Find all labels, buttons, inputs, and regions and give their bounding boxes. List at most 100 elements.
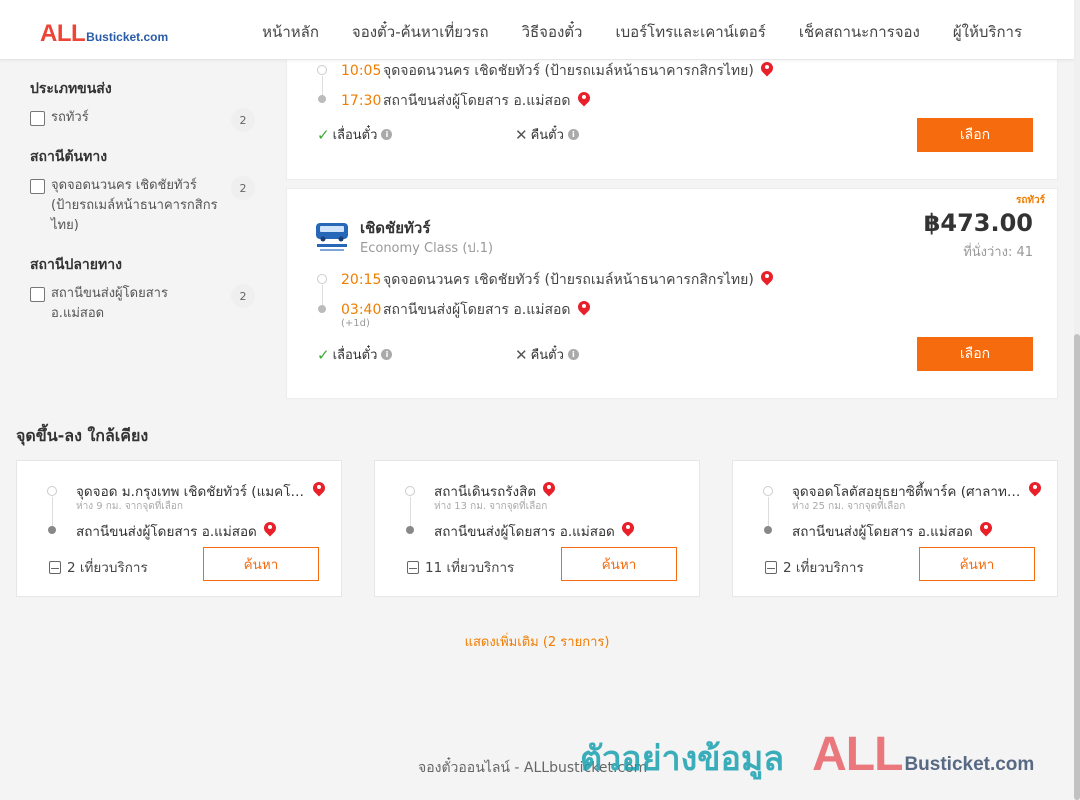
map-pin-icon[interactable]	[577, 301, 591, 319]
depart-time: 20:15	[341, 272, 382, 288]
nearby-search-button[interactable]: ค้นหา	[919, 547, 1035, 581]
trip-card: 10:05 จุดจอดนวนคร เชิดชัยทัวร์ (ป้ายรถเม…	[286, 40, 1058, 180]
depart-stop: 20:15 จุดจอดนวนคร เชิดชัยทัวร์ (ป้ายรถเม…	[341, 269, 774, 291]
route-line	[322, 285, 323, 305]
depart-place: จุดจอดนวนคร เชิดชัยทัวร์ (ป้ายรถเมล์หน้า…	[383, 63, 754, 79]
cross-icon: ✕	[515, 125, 528, 144]
route-line	[322, 76, 323, 96]
show-more-link[interactable]: แสดงเพิ่มเติม (2 รายการ)	[0, 631, 1074, 652]
nearby-to-place: สถานีขนส่งผู้โดยสาร อ.แม่สอด	[434, 524, 615, 540]
select-button[interactable]: เลือก	[917, 118, 1033, 152]
filter-count-badge: 2	[231, 108, 255, 132]
nearby-distance: ห่าง 13 กม. จากจุดที่เลือก	[434, 501, 548, 512]
bus-icon	[407, 560, 419, 574]
watermark-busticket-text: Busticket.com	[904, 754, 1035, 775]
nearby-trip-count-text: 2 เที่ยวบริการ	[783, 560, 864, 576]
reschedule-label: เลื่อนตั๋ว	[332, 348, 378, 363]
arrive-dot-icon	[406, 526, 414, 534]
nearby-search-button[interactable]: ค้นหา	[203, 547, 319, 581]
nav-how-to-book[interactable]: วิธีจองตั๋ว	[522, 20, 583, 44]
filter-option[interactable]: สถานีขนส่งผู้โดยสาร อ.แม่สอด 2	[30, 284, 255, 324]
top-header: ALL Busticket.com หน้าหลัก จองตั๋ว-ค้นหา…	[0, 0, 1074, 60]
filter-count-badge: 2	[231, 284, 255, 308]
nearby-card: จุดจอดโลตัสอยุธยาซิตี้พาร์ค (ศาลาทางรถเม…	[732, 460, 1058, 597]
nearby-trip-count-text: 2 เที่ยวบริการ	[67, 560, 148, 576]
arrive-dot-icon	[48, 526, 56, 534]
map-pin-icon[interactable]	[542, 482, 556, 500]
logo-busticket-text: Busticket.com	[86, 30, 169, 44]
filter-sidebar: ประเภทขนส่ง รถทัวร์ 2 สถานีต้นทาง จุดจอด…	[30, 78, 255, 342]
route-line	[768, 497, 769, 527]
filter-option[interactable]: จุดจอดนวนคร เชิดชัยทัวร์ (ป้ายรถเมล์หน้า…	[30, 176, 255, 236]
refund-label: คืนตั๋ว	[530, 348, 564, 363]
filter-group-transport-type: ประเภทขนส่ง รถทัวร์ 2	[30, 78, 255, 132]
nearby-to: สถานีขนส่งผู้โดยสาร อ.แม่สอด	[792, 520, 993, 542]
nearby-to: สถานีขนส่งผู้โดยสาร อ.แม่สอด	[76, 520, 277, 542]
filter-checkbox[interactable]	[30, 111, 45, 126]
main-nav: หน้าหลัก จองตั๋ว-ค้นหาเที่ยวรถ วิธีจองตั…	[262, 20, 1022, 44]
reschedule-label: เลื่อนตั๋ว	[332, 128, 378, 143]
map-pin-icon[interactable]	[760, 62, 774, 80]
filter-title: สถานีต้นทาง	[30, 149, 108, 165]
nearby-trip-count: 11 เที่ยวบริการ	[407, 556, 514, 578]
depart-place: จุดจอดนวนคร เชิดชัยทัวร์ (ป้ายรถเมล์หน้า…	[383, 272, 754, 288]
arrive-time: 17:30	[341, 93, 382, 109]
info-icon[interactable]: i	[381, 129, 393, 140]
depart-stop: 10:05 จุดจอดนวนคร เชิดชัยทัวร์ (ป้ายรถเม…	[341, 60, 774, 82]
filter-label[interactable]: สถานีขนส่งผู้โดยสาร อ.แม่สอด	[51, 284, 221, 324]
refund-feature: ✕ คืนตั๋ว i	[515, 344, 579, 365]
scrollbar-thumb[interactable]	[1074, 334, 1080, 800]
map-pin-icon[interactable]	[979, 522, 993, 540]
refund-feature: ✕ คืนตั๋ว i	[515, 124, 579, 145]
info-icon[interactable]: i	[381, 349, 393, 360]
info-icon[interactable]: i	[567, 349, 579, 360]
info-icon[interactable]: i	[567, 129, 579, 140]
nav-phone-counters[interactable]: เบอร์โทรและเคาน์เตอร์	[615, 20, 765, 44]
filter-label[interactable]: รถทัวร์	[51, 108, 89, 128]
arrive-place: สถานีขนส่งผู้โดยสาร อ.แม่สอด	[383, 302, 571, 318]
bus-icon	[765, 560, 777, 574]
filter-checkbox[interactable]	[30, 287, 45, 302]
nav-check-booking[interactable]: เช็คสถานะการจอง	[799, 20, 920, 44]
map-pin-icon[interactable]	[760, 271, 774, 289]
nav-book-search[interactable]: จองตั๋ว-ค้นหาเที่ยวรถ	[352, 20, 489, 44]
map-pin-icon[interactable]	[621, 522, 635, 540]
nearby-distance: ห่าง 9 กม. จากจุดที่เลือก	[76, 501, 183, 512]
bus-type-tag: รถทัวร์	[1015, 195, 1045, 206]
map-pin-icon[interactable]	[312, 482, 326, 500]
next-day-indicator: (+1d)	[341, 318, 370, 329]
map-pin-icon[interactable]	[1028, 482, 1042, 500]
depart-time: 10:05	[341, 63, 382, 79]
arrive-place: สถานีขนส่งผู้โดยสาร อ.แม่สอด	[383, 93, 571, 109]
operator-logo-icon	[316, 223, 348, 251]
site-logo[interactable]: ALL Busticket.com	[40, 20, 168, 48]
depart-dot-icon	[405, 486, 415, 496]
seats-available: ที่นั่งว่าง: 41	[963, 245, 1033, 260]
nearby-section-title: จุดขึ้น-ลง ใกล้เคียง	[16, 426, 149, 445]
nearby-card: จุดจอด ม.กรุงเทพ เชิดชัยทัวร์ (แมคโคร รั…	[16, 460, 342, 597]
filter-label[interactable]: จุดจอดนวนคร เชิดชัยทัวร์ (ป้ายรถเมล์หน้า…	[51, 176, 221, 236]
route-line	[52, 497, 53, 527]
filter-group-origin: สถานีต้นทาง จุดจอดนวนคร เชิดชัยทัวร์ (ป้…	[30, 146, 255, 236]
nearby-trip-count-text: 11 เที่ยวบริการ	[425, 560, 515, 576]
filter-option[interactable]: รถทัวร์ 2	[30, 108, 255, 132]
nearby-distance: ห่าง 25 กม. จากจุดที่เลือก	[792, 501, 906, 512]
map-pin-icon[interactable]	[263, 522, 277, 540]
depart-dot-icon	[47, 486, 57, 496]
cross-icon: ✕	[515, 345, 528, 364]
bus-icon	[49, 560, 61, 574]
nearby-search-button[interactable]: ค้นหา	[561, 547, 677, 581]
sample-data-watermark: ตัวอย่างข้อมูล ALL Busticket.com	[580, 727, 1034, 785]
filter-count-badge: 2	[231, 176, 255, 200]
nearby-to: สถานีขนส่งผู้โดยสาร อ.แม่สอด	[434, 520, 635, 542]
map-pin-icon[interactable]	[577, 92, 591, 110]
refund-label: คืนตั๋ว	[530, 128, 564, 143]
nearby-to-place: สถานีขนส่งผู้โดยสาร อ.แม่สอด	[792, 524, 973, 540]
nav-home[interactable]: หน้าหลัก	[262, 20, 319, 44]
trip-card: รถทัวร์ เชิดชัยทัวร์ Economy Class (ป.1)…	[286, 188, 1058, 399]
filter-group-destination: สถานีปลายทาง สถานีขนส่งผู้โดยสาร อ.แม่สอ…	[30, 254, 255, 324]
depart-dot-icon	[763, 486, 773, 496]
select-button[interactable]: เลือก	[917, 337, 1033, 371]
nav-operators[interactable]: ผู้ให้บริการ	[953, 20, 1022, 44]
filter-checkbox[interactable]	[30, 179, 45, 194]
